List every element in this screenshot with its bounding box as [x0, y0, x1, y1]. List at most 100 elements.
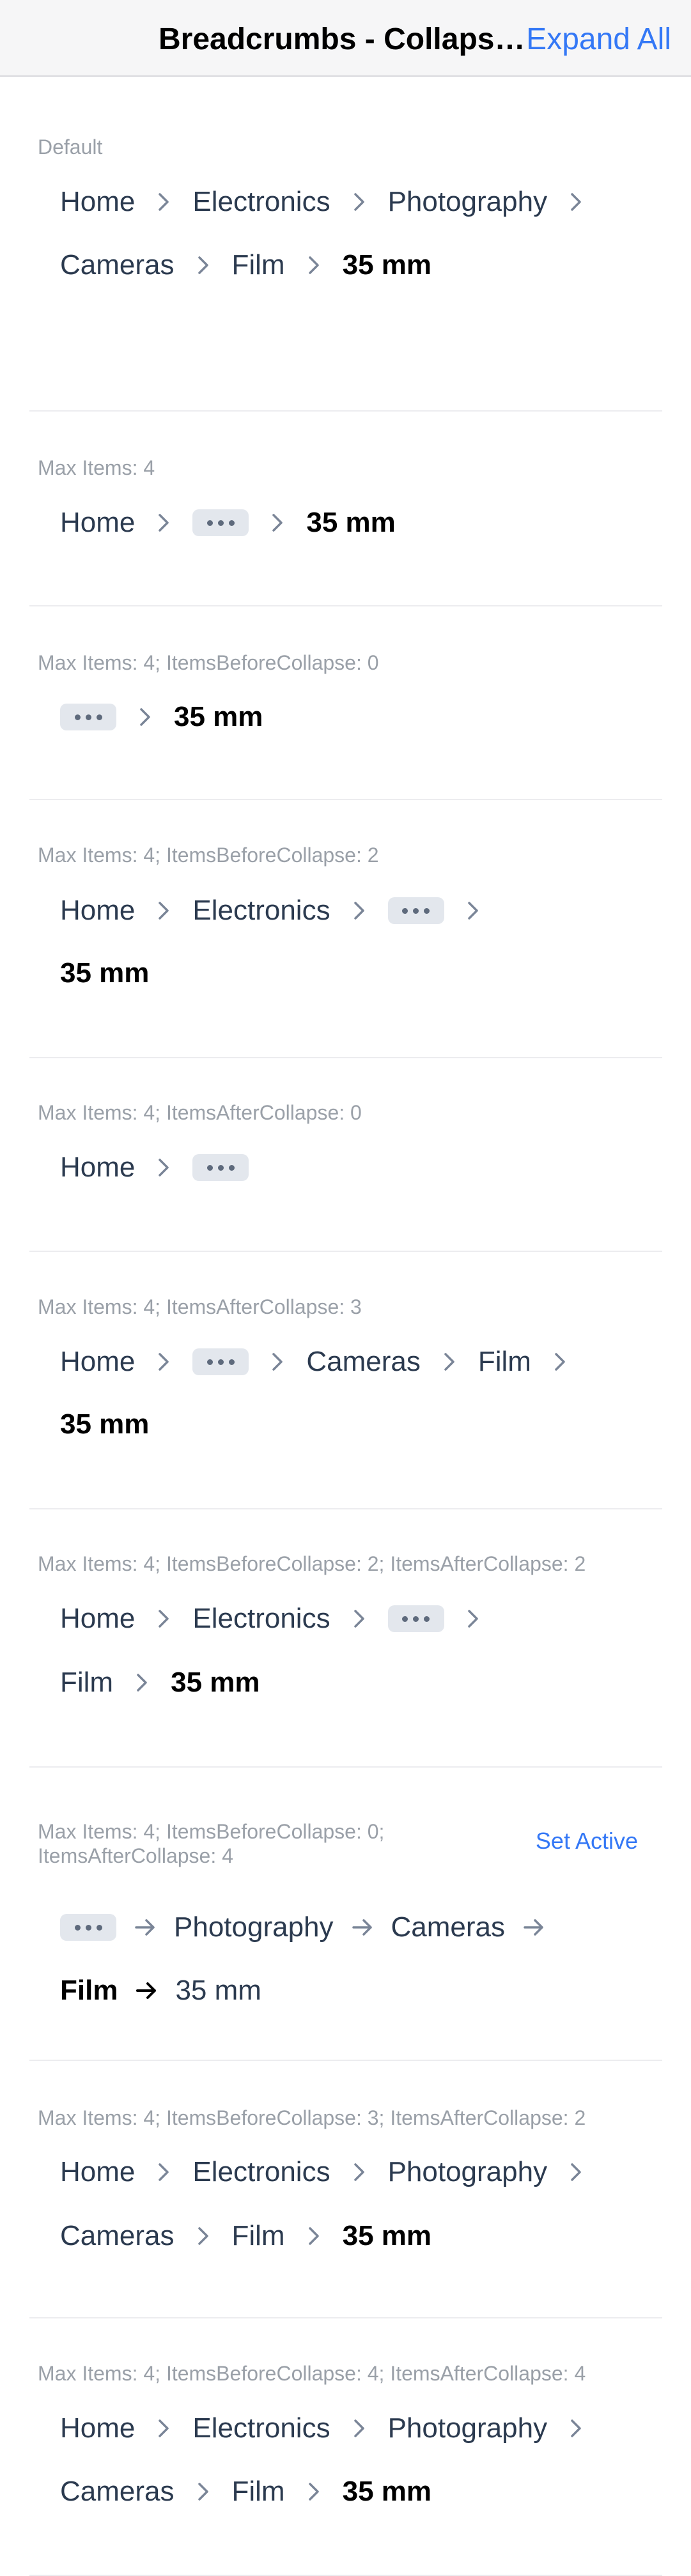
chevron-right-icon [346, 192, 372, 212]
breadcrumb: Photography Cameras [60, 1908, 553, 1947]
divider [29, 2317, 662, 2318]
crumb-current: 35 mm [60, 1408, 150, 1440]
chevron-right-icon [190, 2482, 216, 2501]
set-active-button[interactable]: Set Active [536, 1828, 638, 1855]
crumb-film[interactable]: Film [232, 249, 285, 281]
breadcrumb: Home [60, 1148, 249, 1187]
chevron-right-icon [151, 1609, 176, 1628]
crumb-home[interactable]: Home [60, 1603, 135, 1635]
chevron-right-icon [301, 2482, 327, 2501]
breadcrumb-wrap: 35 mm [60, 1405, 149, 1444]
crumb-electronics[interactable]: Electronics [192, 2412, 330, 2444]
crumb-electronics[interactable]: Electronics [192, 895, 330, 927]
crumb-cameras[interactable]: Cameras [60, 2476, 175, 2508]
crumb-electronics[interactable]: Electronics [192, 1603, 330, 1635]
section-caption: Max Items: 4 [38, 456, 155, 479]
crumb-photography[interactable]: Photography [388, 186, 548, 218]
crumb-cameras[interactable]: Cameras [60, 2220, 175, 2252]
section-caption: Default [38, 135, 103, 158]
chevron-right-icon [151, 901, 176, 920]
breadcrumb-wrap: Cameras Film 35 mm [60, 2217, 431, 2255]
arrow-right-icon [521, 1918, 547, 1937]
breadcrumb-wrap: Film 35 mm [60, 1663, 260, 1702]
chevron-right-icon [151, 1158, 176, 1177]
ellipsis-icon[interactable] [60, 1914, 116, 1941]
chevron-right-icon [151, 192, 176, 212]
breadcrumb-wrap: Cameras Film 35 mm [60, 2472, 431, 2511]
crumb-cameras[interactable]: Cameras [60, 249, 175, 281]
chevron-right-icon [437, 1352, 462, 1371]
chevron-right-icon [190, 256, 216, 275]
chevron-right-icon [346, 901, 372, 920]
crumb-film[interactable]: Film [232, 2220, 285, 2252]
crumb-home[interactable]: Home [60, 186, 135, 218]
chevron-right-icon [151, 513, 176, 532]
crumb-home[interactable]: Home [60, 895, 135, 927]
ellipsis-icon[interactable] [387, 1605, 444, 1632]
breadcrumb: Home 35 mm [60, 504, 396, 542]
chevron-right-icon [563, 2419, 589, 2438]
chevron-right-icon [563, 2163, 589, 2182]
chevron-right-icon [190, 2226, 216, 2246]
chevron-right-icon [346, 2419, 372, 2438]
breadcrumb-wrap: Cameras Film 35 mm [60, 246, 431, 284]
section-caption: Max Items: 4; ItemsBeforeCollapse: 3; It… [38, 2106, 586, 2129]
crumb-film[interactable]: Film [478, 1346, 531, 1378]
crumb-home[interactable]: Home [60, 1346, 135, 1378]
breadcrumb: Home Electronics [60, 1600, 502, 1638]
navigation-bar: Breadcrumbs - Collapsing Expand All [0, 0, 691, 77]
section-caption: Max Items: 4; ItemsBeforeCollapse: 0; [38, 1820, 385, 1843]
crumb-home[interactable]: Home [60, 507, 135, 539]
chevron-right-icon [265, 1352, 290, 1371]
section-caption-line2: ItemsAfterCollapse: 4 [38, 1844, 233, 1867]
crumb-film[interactable]: Film [60, 1667, 113, 1699]
ellipsis-icon[interactable] [192, 1154, 249, 1181]
divider [29, 1251, 662, 1252]
chevron-right-icon [460, 1609, 486, 1628]
crumb-home[interactable]: Home [60, 2156, 135, 2188]
crumb-photography[interactable]: Photography [388, 2156, 548, 2188]
chevron-right-icon [346, 1609, 372, 1628]
crumb-electronics[interactable]: Electronics [192, 186, 330, 218]
divider [29, 1766, 662, 1768]
crumb-cameras[interactable]: Cameras [391, 1911, 506, 1943]
breadcrumb: Home Electronics Photography [60, 2153, 595, 2191]
section-caption: Max Items: 4; ItemsAfterCollapse: 3 [38, 1295, 362, 1318]
crumb-electronics[interactable]: Electronics [192, 2156, 330, 2188]
ellipsis-icon[interactable] [387, 897, 444, 924]
chevron-right-icon [151, 1352, 176, 1371]
ellipsis-icon[interactable] [60, 704, 116, 730]
crumb-home[interactable]: Home [60, 2412, 135, 2444]
crumb-current: 35 mm [342, 2476, 432, 2507]
arrow-right-icon [350, 1918, 375, 1937]
crumb-35mm[interactable]: 35 mm [175, 1975, 261, 2007]
crumb-current: 35 mm [306, 507, 396, 538]
section-caption: Max Items: 4; ItemsBeforeCollapse: 2; It… [38, 1552, 586, 1575]
divider [29, 799, 662, 800]
crumb-current: 35 mm [171, 1667, 260, 1698]
breadcrumb: Home Electronics Photography [60, 183, 595, 221]
section-caption: Max Items: 4; ItemsBeforeCollapse: 0 [38, 651, 379, 674]
expand-all-button[interactable]: Expand All [526, 22, 671, 57]
crumb-current: 35 mm [174, 701, 263, 732]
crumb-cameras[interactable]: Cameras [306, 1346, 421, 1378]
chevron-right-icon [132, 707, 158, 727]
chevron-right-icon [301, 256, 327, 275]
breadcrumb: Home Electronics [60, 891, 502, 930]
section-caption: Max Items: 4; ItemsBeforeCollapse: 4; It… [38, 2362, 586, 2385]
breadcrumb: 35 mm [60, 698, 263, 736]
ellipsis-icon[interactable] [192, 1348, 249, 1375]
ellipsis-icon[interactable] [192, 509, 249, 536]
crumb-current: 35 mm [342, 249, 432, 281]
breadcrumb-wrap: 35 mm [60, 954, 149, 992]
crumb-film[interactable]: Film [232, 2476, 285, 2508]
divider [29, 1057, 662, 1058]
crumb-home[interactable]: Home [60, 1152, 135, 1184]
crumb-photography[interactable]: Photography [174, 1911, 334, 1943]
divider [29, 410, 662, 412]
crumb-photography[interactable]: Photography [388, 2412, 548, 2444]
divider [29, 1508, 662, 1509]
breadcrumb: Home Cameras Film [60, 1343, 579, 1381]
chevron-right-icon [460, 901, 486, 920]
chevron-right-icon [346, 2163, 372, 2182]
